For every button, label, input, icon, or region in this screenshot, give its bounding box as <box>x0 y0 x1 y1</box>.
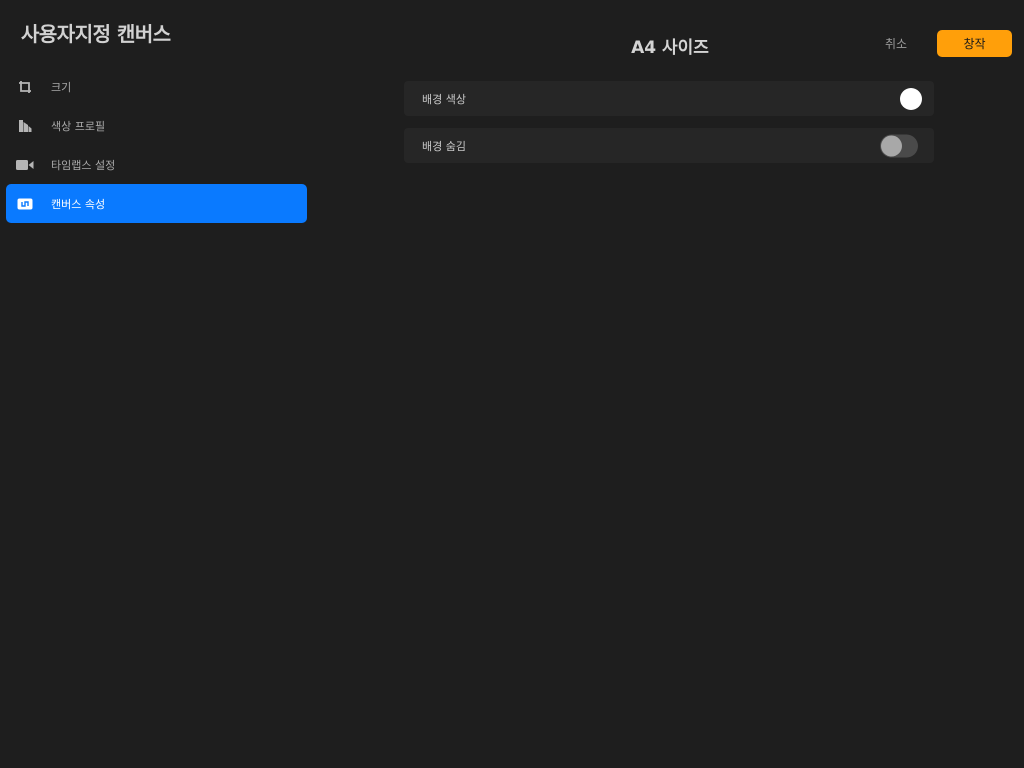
sidebar: 크기 색상 프로필 타임랩스 설정 캔버스 속성 <box>6 67 307 223</box>
create-button[interactable]: 창작 <box>937 30 1012 57</box>
background-color-swatch[interactable] <box>900 87 922 110</box>
sidebar-item-canvas-properties[interactable]: 캔버스 속성 <box>6 184 307 223</box>
sidebar-item-label: 크기 <box>51 80 72 94</box>
sidebar-item-label: 캔버스 속성 <box>51 197 106 211</box>
toggle-knob <box>881 135 902 156</box>
canvas-settings-screen: 사용자지정 캔버스 크기 색상 프로필 타임랩스 설정 캔버스 속성 A4 사이… <box>0 0 1024 768</box>
background-hidden-toggle[interactable] <box>880 134 918 157</box>
sidebar-item-timelapse[interactable]: 타임랩스 설정 <box>6 145 307 184</box>
sidebar-title: 사용자지정 캔버스 <box>21 22 171 46</box>
background-hidden-row: 배경 숨김 <box>404 128 934 163</box>
cancel-button[interactable]: 취소 <box>872 33 920 53</box>
sidebar-item-label: 타임랩스 설정 <box>51 158 116 172</box>
color-profile-icon <box>16 118 34 134</box>
background-hidden-label: 배경 숨김 <box>422 139 466 153</box>
canvas-properties-icon <box>16 196 34 212</box>
page-title: A4 사이즈 <box>631 38 709 58</box>
background-color-label: 배경 색상 <box>422 92 466 106</box>
sidebar-item-size[interactable]: 크기 <box>6 67 307 106</box>
video-camera-icon <box>16 157 34 173</box>
background-color-row: 배경 색상 <box>404 81 934 116</box>
sidebar-item-color-profile[interactable]: 색상 프로필 <box>6 106 307 145</box>
crop-icon <box>16 79 34 95</box>
sidebar-item-label: 색상 프로필 <box>51 119 106 133</box>
